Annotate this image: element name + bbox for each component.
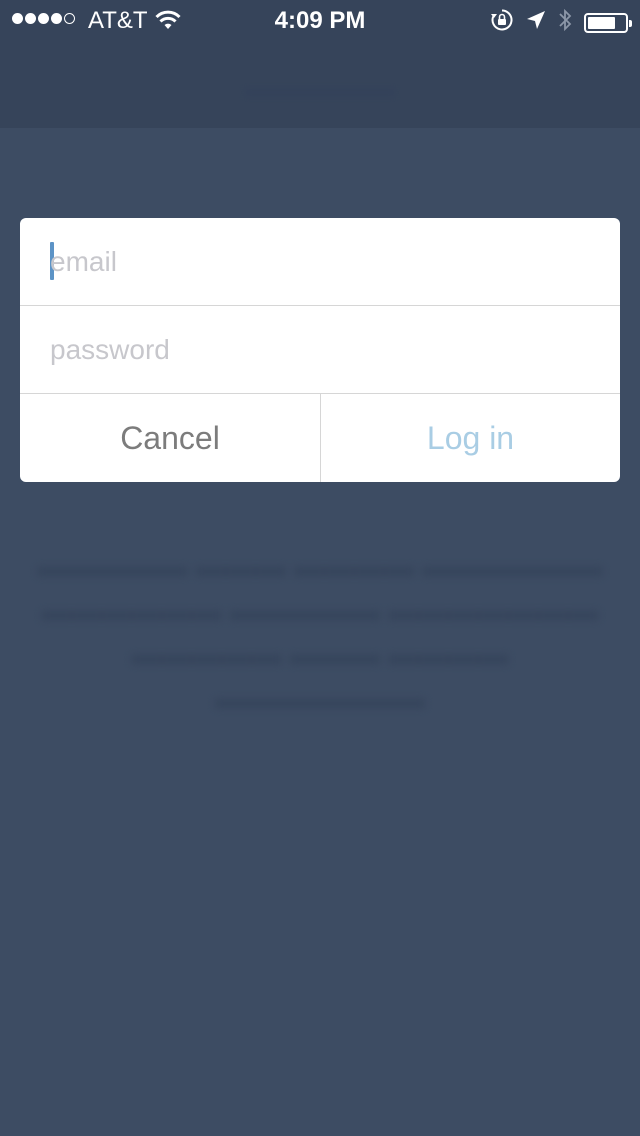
obscured-nav-title: ▬▬▬▬▬ — [245, 71, 395, 104]
email-field-row — [20, 218, 620, 306]
battery-icon — [584, 12, 632, 33]
cancel-button[interactable]: Cancel — [20, 394, 320, 482]
status-icons — [490, 8, 632, 37]
password-field-row — [20, 306, 620, 394]
battery-nub — [629, 19, 632, 27]
obscured-background-text: ▬▬▬▬▬ ▬▬▬ ▬▬▬▬ ▬▬▬▬▬▬ ▬▬▬▬▬▬ ▬▬▬▬▬ ▬▬▬▬▬… — [37, 550, 603, 715]
password-field[interactable] — [50, 306, 590, 394]
dialog-buttons: Cancel Log in — [20, 394, 620, 482]
status-bar: AT&T 4:09 PM — [0, 0, 640, 40]
bluetooth-icon — [558, 8, 572, 37]
login-button[interactable]: Log in — [320, 394, 620, 482]
email-field[interactable] — [50, 218, 590, 306]
login-dialog: Cancel Log in — [20, 218, 620, 482]
battery-level-fill — [588, 16, 615, 29]
app-screen: ▬▬▬▬▬ AT&T 4:09 PM ▬▬▬▬▬ ▬▬▬ ▬▬▬▬ ▬▬▬▬▬▬… — [0, 0, 640, 1136]
location-arrow-icon — [526, 10, 546, 35]
rotation-lock-icon — [490, 8, 514, 37]
